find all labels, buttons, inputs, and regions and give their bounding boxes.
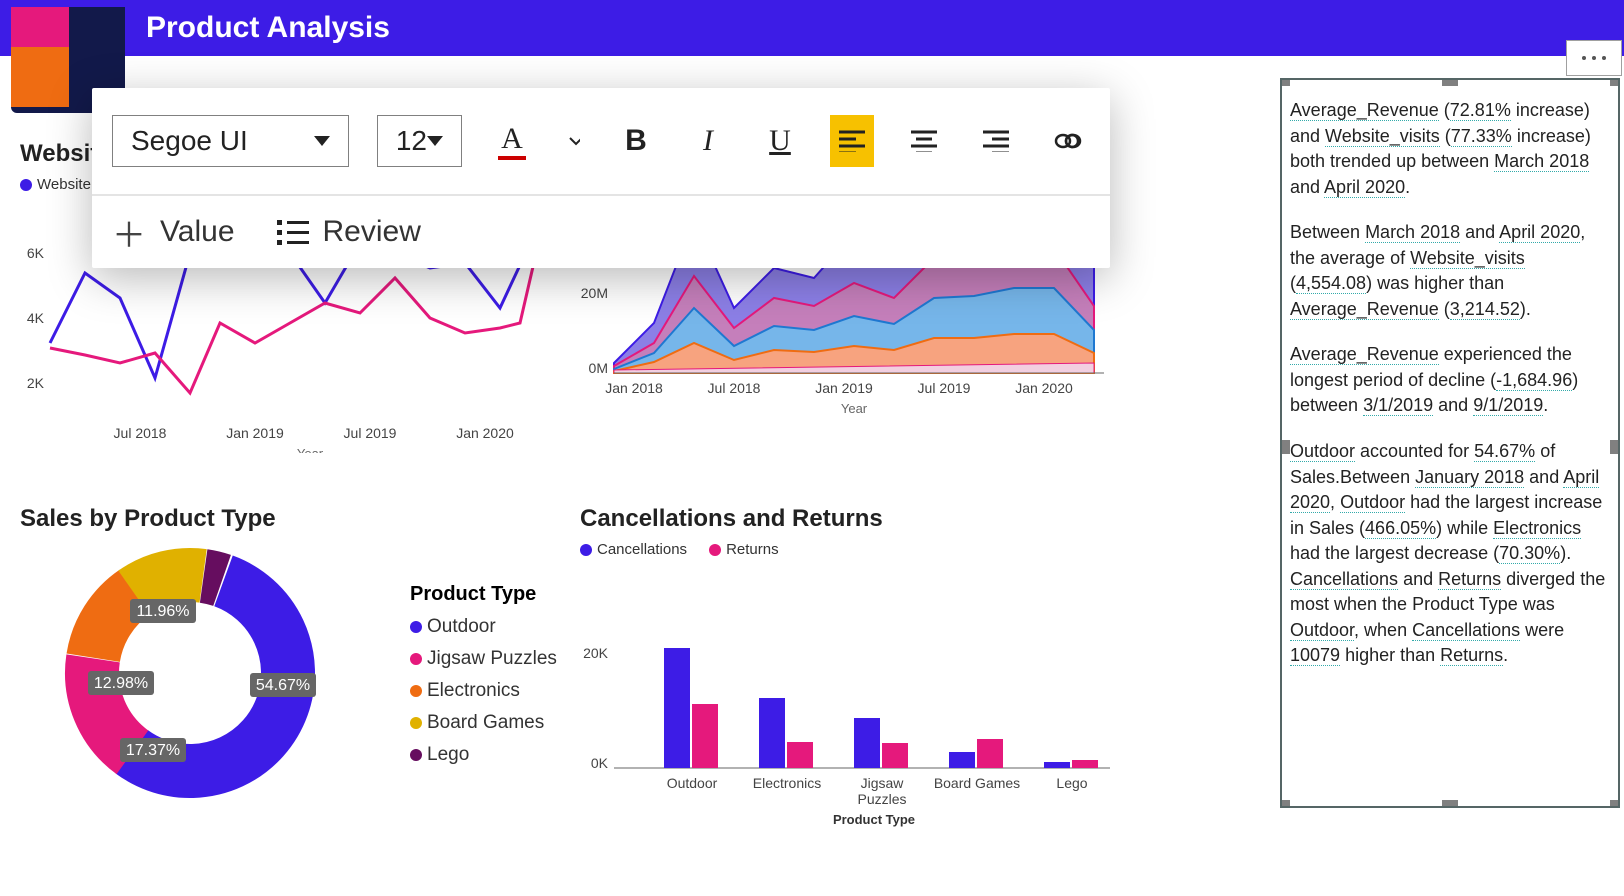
page-title-bar: Product Analysis [0,0,1624,56]
donut-svg: 54.67% 17.37% 12.98% 11.96% [20,543,330,803]
svg-text:Jan 2018: Jan 2018 [605,380,663,396]
svg-text:0K: 0K [591,755,609,771]
legend-swatch [20,179,32,191]
smart-narrative-textbox[interactable]: Average_Revenue (72.81% increase) and We… [1280,78,1620,808]
align-left-button[interactable] [830,115,874,167]
svg-text:Jul 2019: Jul 2019 [344,425,397,441]
page-title: Product Analysis [146,11,390,45]
svg-text:11.96%: 11.96% [136,603,189,620]
link-icon [1053,131,1083,151]
align-right-icon [983,130,1009,152]
donut-legend: Product Type Outdoor Jigsaw Puzzles Elec… [410,543,557,803]
font-color-dropdown[interactable] [562,115,586,167]
svg-text:20K: 20K [583,645,609,661]
svg-text:Lego: Lego [1056,775,1087,791]
svg-text:20M: 20M [581,285,608,301]
hyperlink-button[interactable] [1046,115,1090,167]
bar-chart-svg: 0K 20K Outdoor Electronics JigsawPuzzles… [580,558,1110,838]
chevron-down-icon [427,136,443,146]
svg-text:Year: Year [841,401,868,416]
svg-text:4K: 4K [27,310,45,326]
font-family-select[interactable]: Segoe UI [112,115,349,167]
svg-text:17.37%: 17.37% [126,742,180,759]
resize-handle[interactable] [1442,800,1458,808]
align-right-button[interactable] [974,115,1018,167]
svg-text:Jan 2020: Jan 2020 [456,425,514,441]
chevron-down-icon [568,136,580,146]
svg-text:12.98%: 12.98% [94,675,148,692]
more-options-button[interactable] [1566,40,1622,76]
chart-title: Sales by Product Type [20,505,570,533]
svg-text:Jul 2018: Jul 2018 [114,425,167,441]
cancellations-returns-chart[interactable]: Cancellations and Returns Cancellations … [580,505,1110,875]
text-format-toolbar: Segoe UI 12 A B I U [92,88,1110,268]
chart-title: Cancellations and Returns [580,505,1110,533]
value-label: Value [160,215,235,249]
svg-text:Jul 2019: Jul 2019 [918,380,971,396]
svg-text:Jan 2019: Jan 2019 [226,425,284,441]
chevron-down-icon [314,136,330,146]
list-icon [277,220,309,245]
svg-text:Board Games: Board Games [934,775,1020,791]
svg-text:Jigsaw: Jigsaw [861,775,905,791]
svg-text:Product Type: Product Type [833,812,915,827]
resize-handle[interactable] [1442,78,1458,86]
font-size-select[interactable]: 12 [377,115,462,167]
resize-handle[interactable] [1610,440,1620,454]
align-center-button[interactable] [902,115,946,167]
svg-text:Jan 2020: Jan 2020 [1015,380,1073,396]
italic-button[interactable]: I [686,115,730,167]
underline-button[interactable]: U [758,115,802,167]
svg-text:Jan 2019: Jan 2019 [815,380,873,396]
svg-text:54.67%: 54.67% [256,677,310,694]
svg-text:6K: 6K [27,245,45,261]
narrative-paragraph: Outdoor accounted for 54.67% of Sales.Be… [1290,439,1610,669]
svg-text:Year: Year [297,446,324,453]
font-color-icon: A [498,122,526,160]
svg-text:Electronics: Electronics [753,775,821,791]
legend-title: Product Type [410,583,557,606]
add-value-button[interactable]: ＋ Value [112,208,235,257]
resize-handle[interactable] [1610,78,1620,86]
review-button[interactable]: Review [269,215,421,249]
font-color-button[interactable]: A [490,115,534,167]
narrative-paragraph: Average_Revenue experienced the longest … [1290,342,1610,419]
svg-text:0M: 0M [589,360,608,376]
sales-donut-chart[interactable]: Sales by Product Type 54.67% 17.37% 12.9… [20,505,570,875]
review-label: Review [323,215,421,249]
resize-handle[interactable] [1610,800,1620,808]
plus-icon: ＋ [112,208,146,257]
svg-text:2K: 2K [27,375,45,391]
chart-legend: Cancellations Returns [580,541,1110,558]
resize-handle[interactable] [1280,800,1290,808]
align-center-icon [911,130,937,152]
svg-text:Jul 2018: Jul 2018 [708,380,761,396]
svg-text:Puzzles: Puzzles [857,791,906,807]
font-size-value: 12 [396,125,427,157]
resize-handle[interactable] [1280,78,1290,86]
svg-text:Outdoor: Outdoor [667,775,718,791]
font-family-value: Segoe UI [131,125,248,157]
resize-handle[interactable] [1280,440,1290,454]
narrative-paragraph: Between March 2018 and April 2020, the a… [1290,220,1610,322]
align-left-icon [839,130,865,152]
narrative-paragraph: Average_Revenue (72.81% increase) and We… [1290,98,1610,200]
bold-button[interactable]: B [614,115,658,167]
